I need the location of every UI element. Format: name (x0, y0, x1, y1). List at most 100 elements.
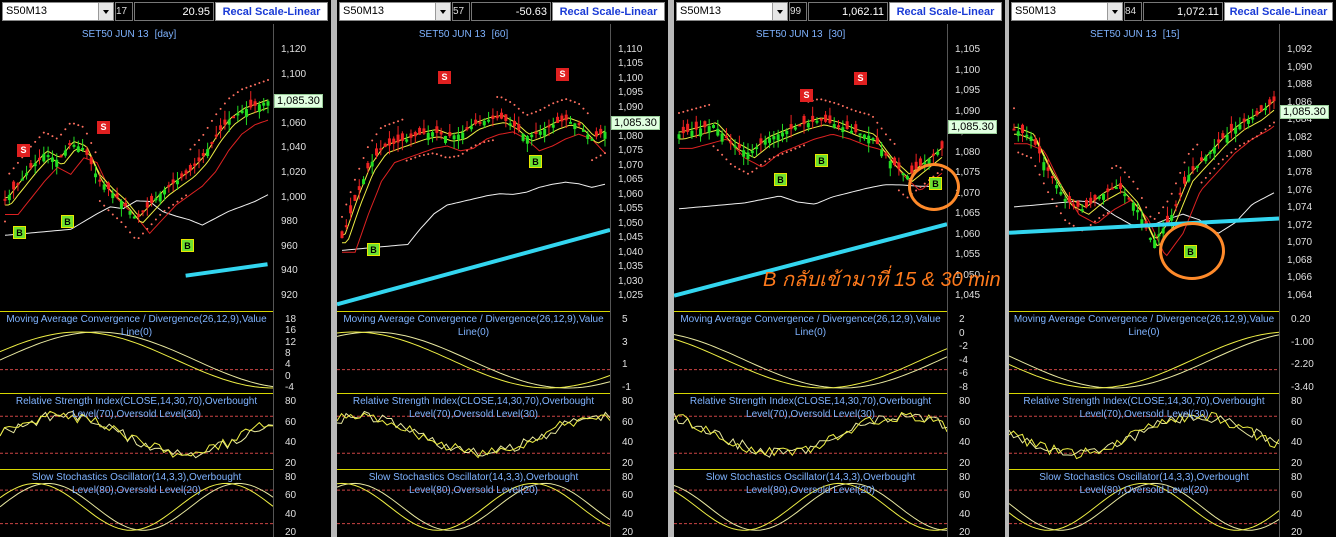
sar-dot (4, 220, 6, 223)
candle-body (448, 131, 452, 137)
candle-body (55, 159, 59, 167)
sar-dot (785, 151, 788, 154)
sar-dot (176, 200, 179, 203)
rsi-axis-label: 80 (959, 396, 971, 407)
sar-dot (781, 152, 784, 155)
candle-body (681, 126, 685, 134)
sar-dot (790, 149, 793, 152)
chevron-down-icon[interactable] (1107, 3, 1122, 20)
chevron-down-icon[interactable] (772, 3, 787, 20)
price-axis-label: 980 (281, 216, 298, 228)
symbol-select[interactable]: S50M13 (2, 2, 114, 21)
sar-dot (699, 106, 702, 109)
candle-body (711, 124, 715, 128)
indicator-line (337, 331, 610, 389)
price-chart[interactable] (1009, 24, 1279, 310)
price-axis-label: 920 (281, 290, 298, 301)
sar-dot (1123, 171, 1126, 174)
candle-body (33, 163, 37, 167)
axis-border (610, 24, 611, 537)
sar-dot (267, 78, 269, 81)
chevron-down-icon[interactable] (98, 3, 113, 20)
sar-dot (258, 82, 261, 85)
candle-body (573, 123, 577, 130)
symbol-select[interactable]: S50M13 (339, 2, 451, 21)
recal-scale-button[interactable]: Recal Scale-Linear (889, 2, 1002, 21)
sar-dot (876, 121, 879, 124)
buy-signal: B (774, 173, 787, 186)
price-axis-label: 1,000 (281, 191, 307, 203)
sar-dot (1055, 205, 1058, 208)
candle-body (543, 128, 547, 136)
chevron-down-icon[interactable] (435, 3, 450, 20)
symbol-value: S50M13 (6, 5, 47, 17)
candle-body (763, 140, 767, 145)
candle-body (530, 134, 534, 138)
sar-dot (444, 156, 447, 159)
sar-dot (1187, 152, 1190, 155)
sar-dot (379, 127, 382, 130)
candle-body (383, 143, 387, 148)
candle-body (7, 194, 11, 201)
candle-body (1191, 166, 1195, 171)
sar-dot (397, 120, 400, 123)
sar-dot (185, 194, 188, 197)
symbol-select[interactable]: S50M13 (1011, 2, 1123, 21)
candle-body (1080, 209, 1084, 212)
recal-scale-button[interactable]: Recal Scale-Linear (552, 2, 665, 21)
stoch-axis-label: 60 (959, 490, 971, 502)
last-price-tag: 1,085.30 (948, 120, 997, 134)
sar-dot (586, 112, 589, 115)
rsi-axis-label: 40 (1291, 437, 1303, 449)
candle-body (1200, 157, 1204, 162)
sar-dot (1115, 164, 1118, 167)
price-chart[interactable] (0, 24, 273, 310)
recal-scale-button[interactable]: Recal Scale-Linear (1224, 2, 1333, 21)
candle-body (20, 178, 24, 181)
sar-dot (703, 105, 706, 108)
price-axis-label: 960 (281, 240, 298, 252)
sar-dot (1051, 198, 1054, 201)
recal-scale-button[interactable]: Recal Scale-Linear (215, 2, 328, 21)
candle-body (357, 186, 361, 191)
candle-body (1187, 175, 1191, 182)
price-axis-label: 1,040 (281, 142, 307, 154)
sar-dot (872, 115, 875, 118)
sar-dot (1247, 140, 1250, 143)
candle-body (1106, 188, 1110, 192)
sar-dot (1072, 224, 1075, 227)
sar-dot (1017, 151, 1020, 154)
candle-body (901, 173, 905, 176)
sar-dot (1059, 212, 1062, 215)
candle-body (806, 123, 810, 128)
candle-body (111, 193, 115, 199)
macd-axis-label: 3 (622, 336, 628, 348)
candle-body (564, 114, 568, 121)
rsi-axis-label: 80 (622, 396, 634, 407)
candle-body (940, 141, 944, 149)
sar-dot (1230, 151, 1233, 154)
price-chart[interactable] (337, 24, 610, 310)
sar-dot (474, 144, 477, 147)
candle-body (115, 193, 119, 198)
sar-dot (828, 100, 831, 103)
sar-dot (262, 80, 265, 83)
sar-dot (141, 232, 144, 235)
sar-dot (1260, 131, 1263, 134)
candle-body (1195, 165, 1199, 168)
symbol-select[interactable]: S50M13 (676, 2, 788, 21)
candle-body (837, 125, 841, 128)
sar-dot (565, 98, 568, 101)
price-axis-label: 1,070 (618, 159, 644, 171)
sar-dot (1021, 153, 1024, 156)
price-axis-label: 1,020 (281, 167, 307, 178)
macd-axis-label: 0.20 (1291, 314, 1311, 325)
candle-body (42, 153, 46, 162)
candle-body (581, 129, 585, 132)
macd-axis-label: 1 (622, 359, 628, 371)
sar-dot (815, 98, 818, 101)
sar-dot (582, 107, 585, 110)
chart-toolbar: S50M13 99 1,062.11 Recal Scale-Linear (674, 0, 1005, 24)
candle-body (124, 202, 128, 206)
rsi-axis-label: 20 (622, 458, 634, 469)
